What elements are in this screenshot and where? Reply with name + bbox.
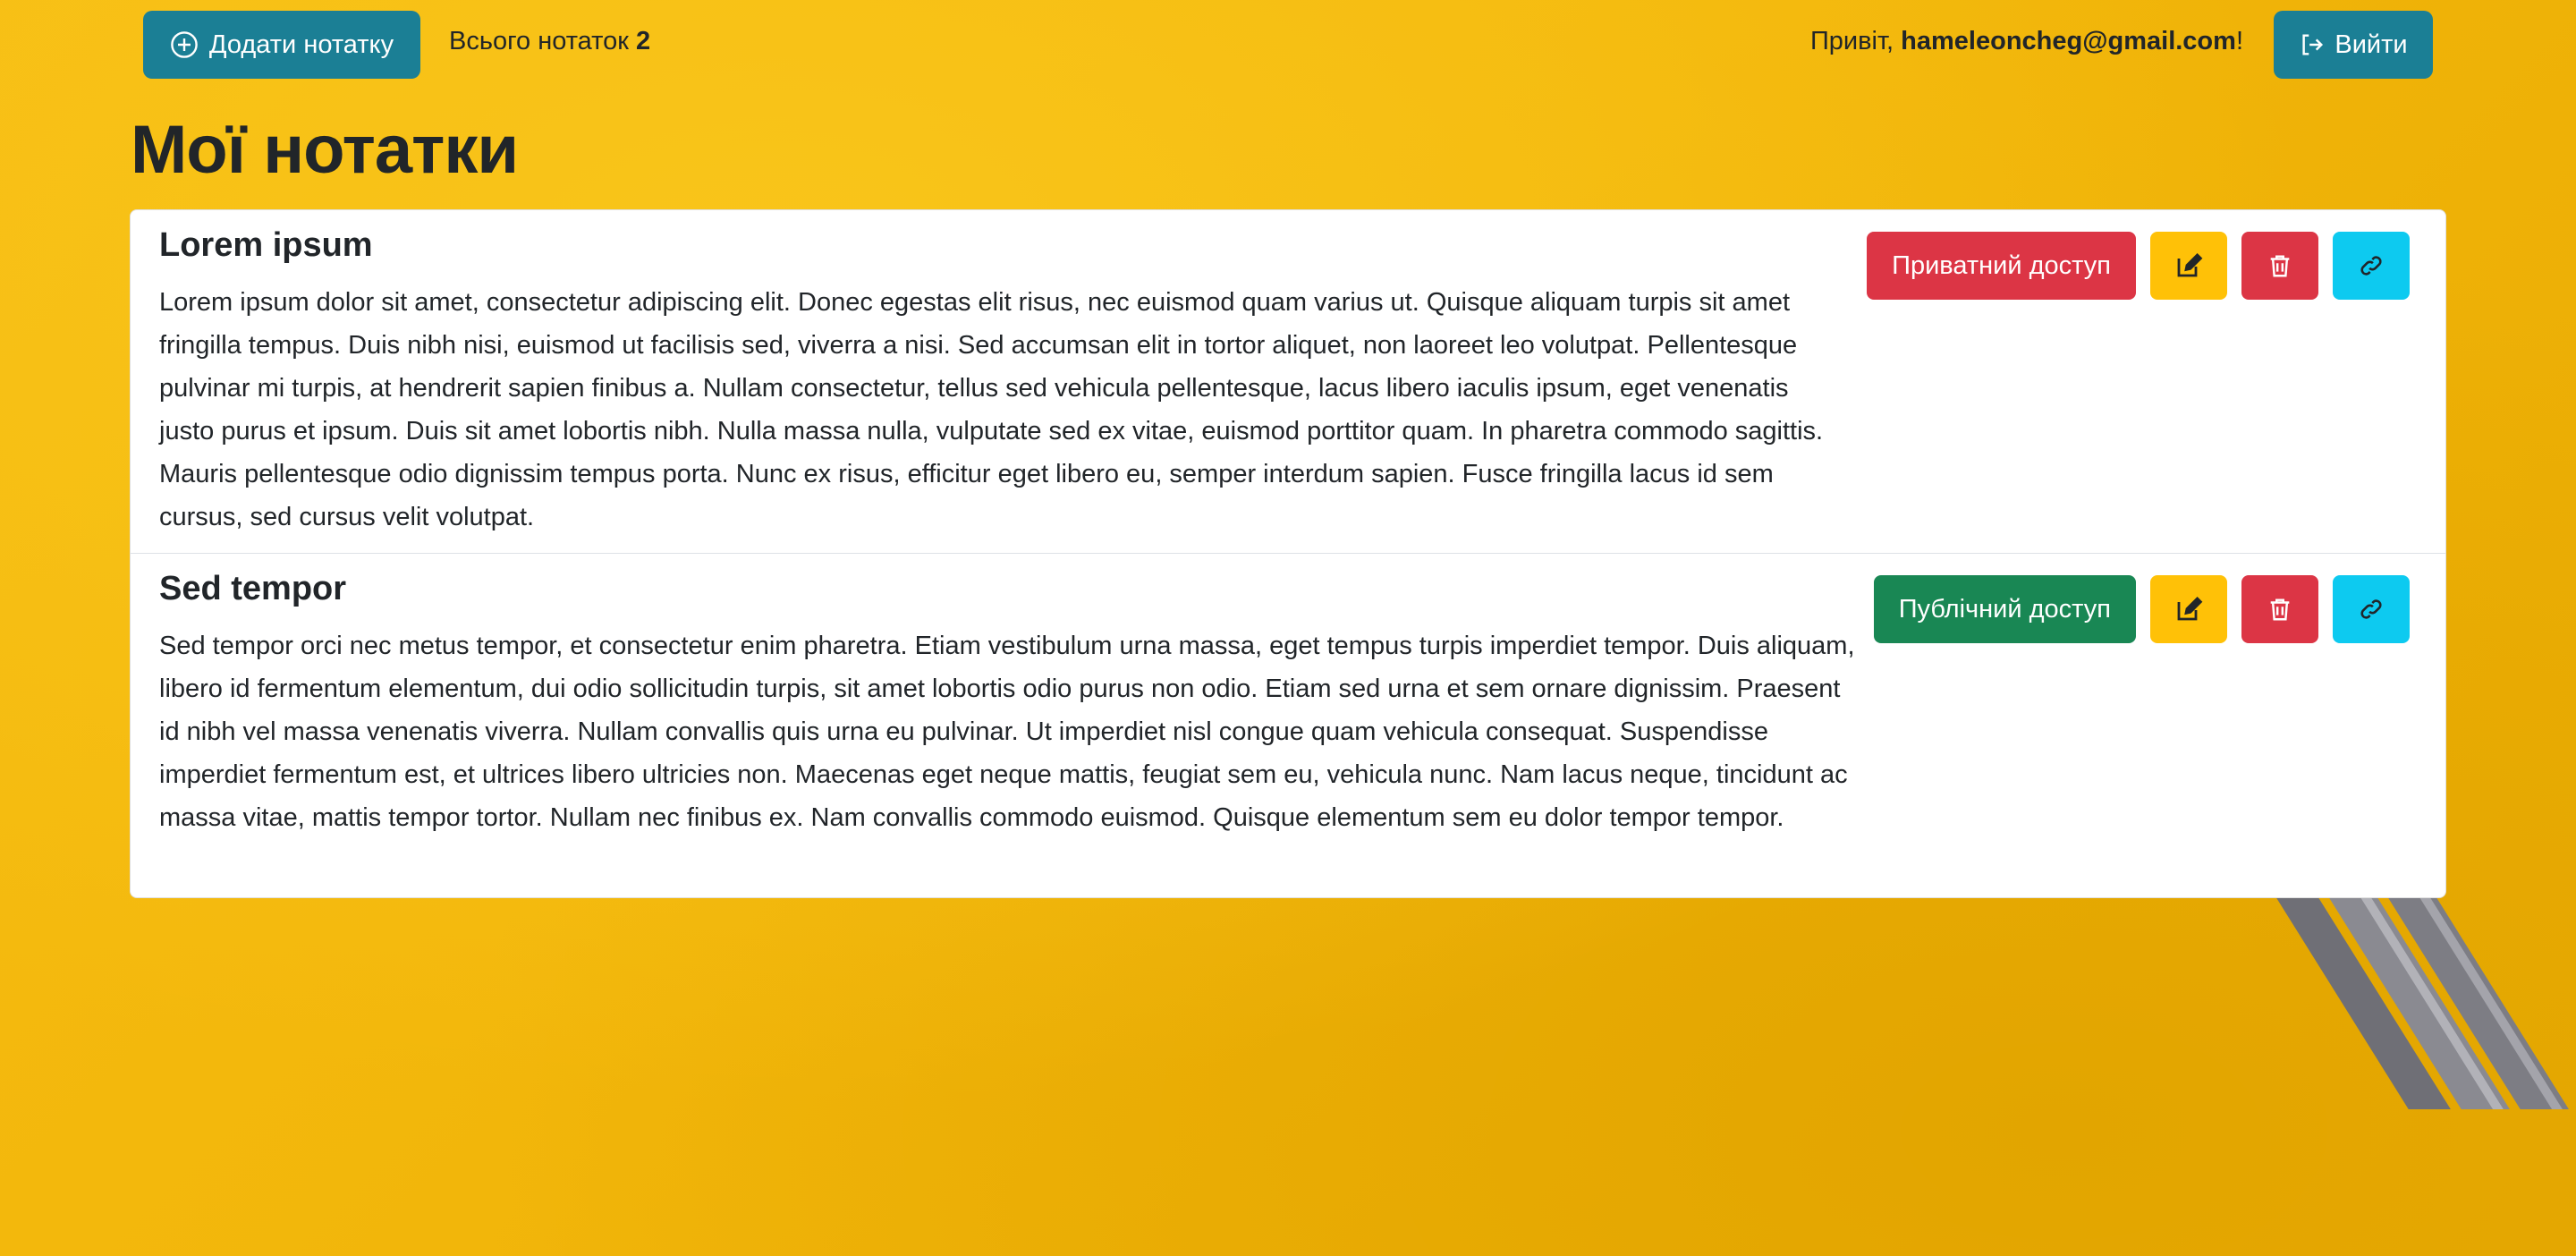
notes-count-value: 2 bbox=[636, 27, 651, 55]
note-body: Lorem ipsum dolor sit amet, consectetur … bbox=[159, 288, 1824, 531]
note-actions: Приватний доступ bbox=[1867, 232, 2410, 300]
add-note-button[interactable]: Додати нотатку bbox=[143, 11, 420, 79]
share-link-button[interactable] bbox=[2333, 232, 2410, 300]
note-card: Sed tempor Sed tempor orci nec metus tem… bbox=[131, 554, 2445, 897]
logout-icon bbox=[2299, 31, 2326, 58]
edit-button[interactable] bbox=[2150, 232, 2227, 300]
share-link-button[interactable] bbox=[2333, 575, 2410, 643]
logout-button[interactable]: Вийти bbox=[2274, 11, 2433, 79]
note-card: Lorem ipsum Lorem ipsum dolor sit amet, … bbox=[131, 210, 2445, 554]
user-email: hameleoncheg@gmail.com bbox=[1901, 27, 2236, 55]
plus-circle-icon bbox=[170, 30, 199, 59]
add-note-label: Додати нотатку bbox=[208, 30, 394, 59]
page-title: Мої нотатки bbox=[131, 112, 519, 188]
notes-count-label: Всього нотаток bbox=[449, 27, 629, 55]
delete-button[interactable] bbox=[2241, 575, 2318, 643]
edit-icon bbox=[2174, 251, 2203, 280]
trash-icon bbox=[2267, 596, 2293, 623]
logout-label: Вийти bbox=[2334, 30, 2408, 59]
note-actions: Публічний доступ bbox=[1873, 575, 2410, 643]
trash-icon bbox=[2267, 252, 2293, 279]
access-toggle-button[interactable]: Приватний доступ bbox=[1867, 232, 2136, 300]
link-icon bbox=[2358, 252, 2385, 279]
notes-list: Lorem ipsum Lorem ipsum dolor sit amet, … bbox=[130, 209, 2446, 898]
user-greeting: Привіт, hameleoncheg@gmail.com! bbox=[1810, 27, 2243, 56]
notes-count: Всього нотаток 2 bbox=[449, 27, 650, 56]
delete-button[interactable] bbox=[2241, 232, 2318, 300]
edit-icon bbox=[2174, 595, 2203, 624]
edit-button[interactable] bbox=[2150, 575, 2227, 643]
greeting-prefix: Привіт, bbox=[1809, 27, 1894, 55]
access-toggle-button[interactable]: Публічний доступ bbox=[1873, 575, 2136, 643]
note-body: Sed tempor orci nec metus tempor, et con… bbox=[159, 632, 1855, 832]
navbar: Додати нотатку Всього нотаток 2 Привіт, … bbox=[0, 0, 2576, 89]
greeting-suffix: ! bbox=[2235, 27, 2243, 55]
link-icon bbox=[2358, 596, 2385, 623]
